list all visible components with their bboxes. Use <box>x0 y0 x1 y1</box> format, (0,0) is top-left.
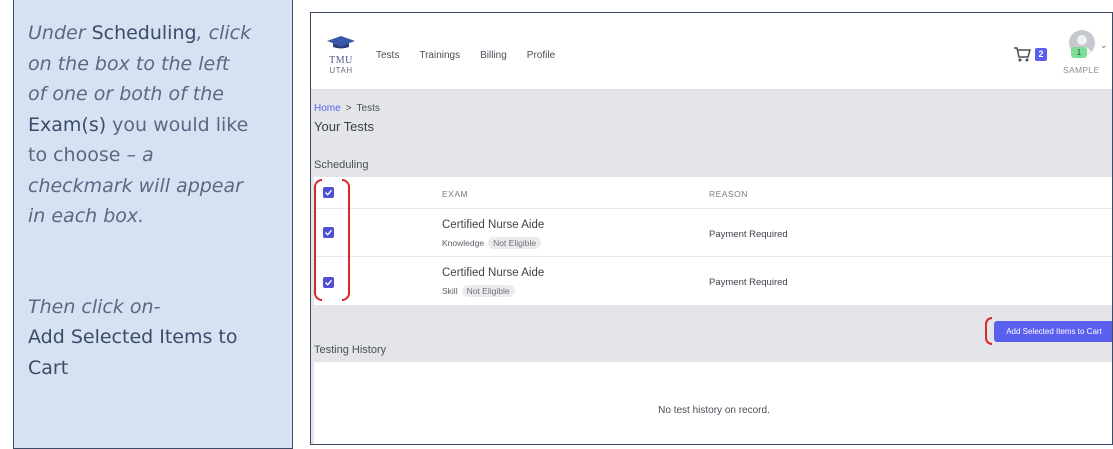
instruction-text: , click <box>196 22 252 44</box>
scheduling-section-label: Scheduling <box>314 159 369 171</box>
avatar-badge: 1 <box>1071 47 1087 58</box>
instruction-keyword-add: Add Selected Items to <box>28 326 238 348</box>
instruction-panel: Under Scheduling, click on the box to th… <box>13 0 293 449</box>
app-window: TMU UTAH Tests Trainings Billing Profile… <box>310 12 1113 445</box>
exam-checkbox[interactable] <box>323 227 334 238</box>
logo-text: TMU <box>329 55 353 66</box>
nav-tests[interactable]: Tests <box>376 50 399 61</box>
exam-column-header: EXAM <box>442 189 469 199</box>
exam-type-label: Knowledge <box>442 238 485 248</box>
breadcrumb: Home > Tests <box>314 103 380 114</box>
exam-name: Certified Nurse Aide <box>442 267 545 279</box>
instruction-text: to choose – <box>28 144 143 166</box>
instruction-line: Then click on- <box>28 295 161 318</box>
nav-billing[interactable]: Billing <box>480 50 507 61</box>
highlight-bracket-right <box>342 179 350 301</box>
exam-checkbox[interactable] <box>323 277 334 288</box>
breadcrumb-separator: > <box>345 103 352 114</box>
instruction-keyword-scheduling: Scheduling <box>91 22 197 44</box>
empty-history-message: No test history on record. <box>658 405 770 416</box>
instruction-line: of one or both of the <box>28 83 224 105</box>
graduation-cap-icon <box>327 36 355 49</box>
table-row: Certified Nurse Aide Skill Not Eligible P… <box>314 257 1112 305</box>
status-badge: Not Eligible <box>488 237 542 249</box>
nav-trainings[interactable]: Trainings <box>419 50 460 61</box>
instruction-line: on the box to the left <box>28 52 230 75</box>
reason-text: Payment Required <box>709 277 788 288</box>
exam-type: Skill Not Eligible <box>442 285 515 297</box>
highlight-bracket-left <box>314 179 322 301</box>
main-nav: Tests Trainings Billing Profile <box>376 50 555 61</box>
instruction-text: a <box>142 144 154 166</box>
user-label: SAMPLE <box>1063 65 1100 75</box>
exam-type-label: Skill <box>442 286 458 296</box>
breadcrumb-current: Tests <box>356 103 380 114</box>
exam-type: Knowledge Not Eligible <box>442 237 542 249</box>
cart-icon[interactable] <box>1013 46 1031 63</box>
add-selected-to-cart-button[interactable]: Add Selected Items to Cart <box>994 321 1112 342</box>
status-badge: Not Eligible <box>461 285 515 297</box>
instruction-line: to choose – a <box>28 140 280 171</box>
page-title: Your Tests <box>314 119 374 134</box>
instruction-text: Under <box>28 22 92 44</box>
scheduling-table: EXAM REASON Certified Nurse Aide Knowled… <box>314 177 1112 305</box>
nav-profile[interactable]: Profile <box>527 50 555 61</box>
reason-column-header: REASON <box>709 189 748 199</box>
instruction-keyword-exams: Exam(s) <box>28 113 107 136</box>
top-navbar: TMU UTAH Tests Trainings Billing Profile… <box>311 13 1112 90</box>
instruction-line: checkmark will appear <box>28 174 243 197</box>
table-row: Certified Nurse Aide Knowledge Not Eligib… <box>314 209 1112 257</box>
testing-history-label: Testing History <box>314 344 387 356</box>
chevron-down-icon[interactable]: ⌄ <box>1100 40 1108 51</box>
highlight-bracket-button <box>985 317 992 345</box>
instruction-line: Under Scheduling, click <box>28 18 280 49</box>
testing-history-panel: No test history on record. <box>314 362 1112 444</box>
instruction-text: you would like <box>106 113 249 136</box>
instruction-line: in each box. <box>28 205 145 227</box>
logo[interactable]: TMU UTAH <box>319 35 363 75</box>
cart-count-badge: 2 <box>1035 48 1047 61</box>
instruction-keyword-cart: Cart <box>28 356 69 379</box>
breadcrumb-home-link[interactable]: Home <box>314 103 341 114</box>
table-header-row: EXAM REASON <box>314 177 1112 209</box>
reason-text: Payment Required <box>709 229 788 240</box>
select-all-checkbox[interactable] <box>323 187 334 198</box>
instruction-line: Exam(s) you would like <box>28 110 280 141</box>
logo-subtext: UTAH <box>329 66 353 75</box>
exam-name: Certified Nurse Aide <box>442 219 545 231</box>
